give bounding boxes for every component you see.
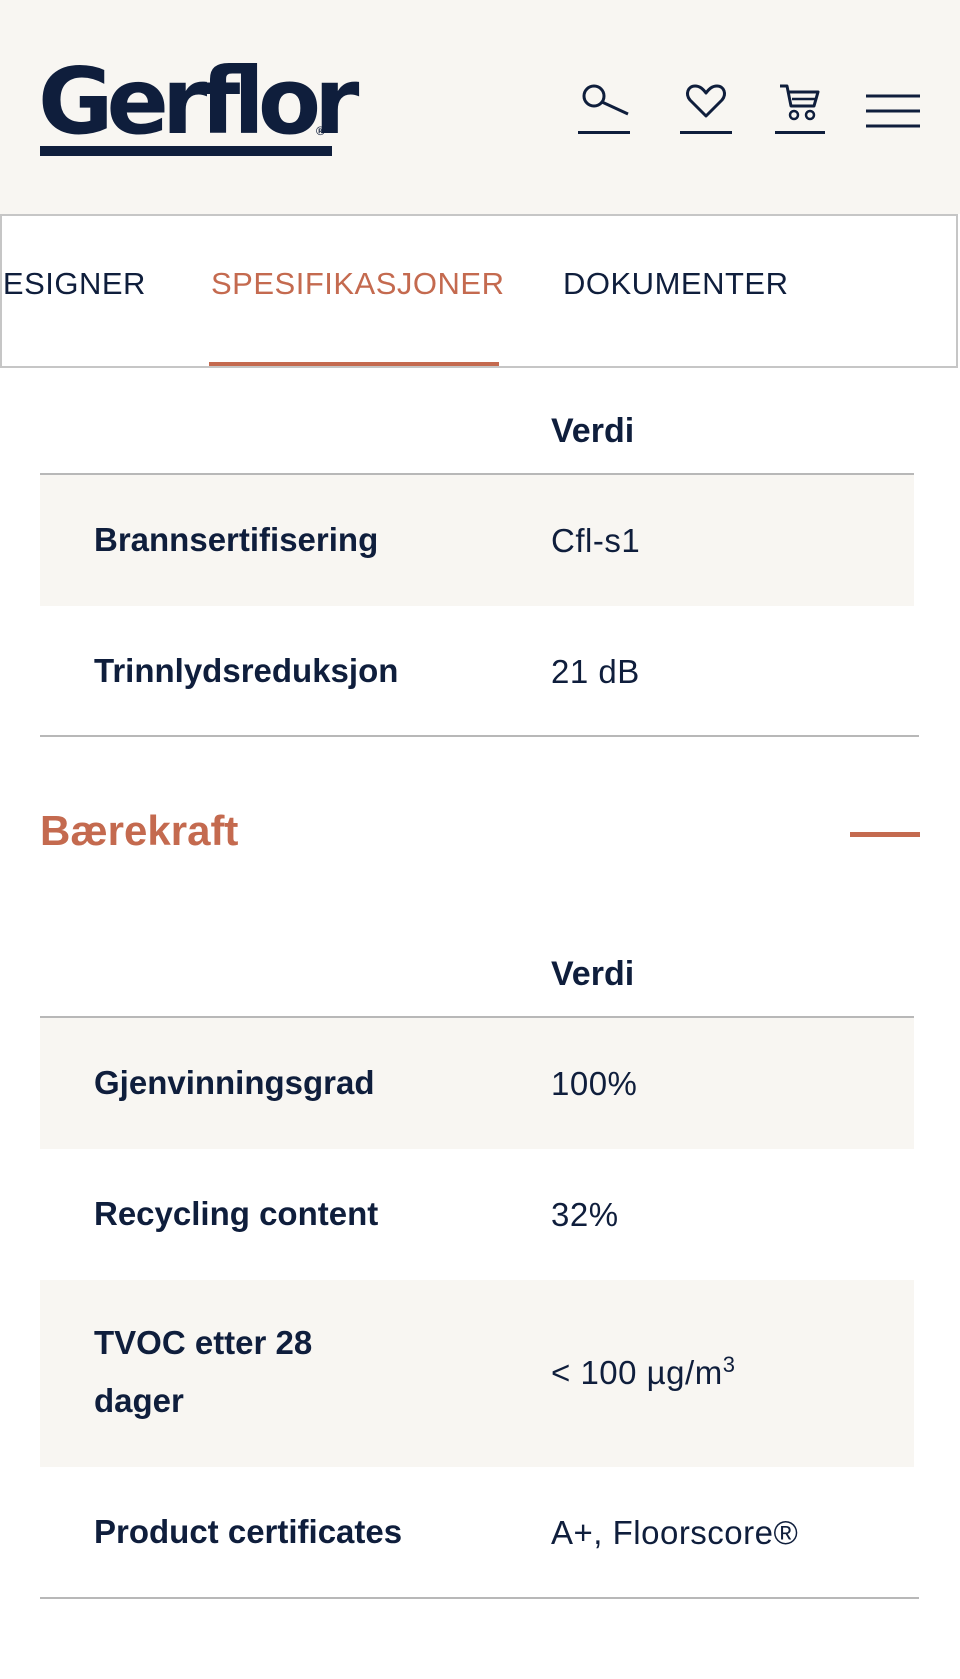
heart-icon <box>686 84 726 118</box>
active-tab-indicator <box>209 362 499 366</box>
search-underline <box>578 131 630 134</box>
collapse-button[interactable] <box>850 820 920 850</box>
menu-button[interactable] <box>866 82 920 138</box>
table-header: Verdi <box>40 938 914 1018</box>
row-value: 21 dB <box>551 653 640 690</box>
row-label: TVOC etter 28 dager <box>94 1324 313 1419</box>
row-label: Brannsertifisering <box>94 521 379 558</box>
favorites-underline <box>680 131 732 134</box>
row-value: Cfl-s1 <box>551 522 641 559</box>
tab-dokumenter[interactable]: DOKUMENTER <box>563 266 788 302</box>
table-row: Recycling content 32% <box>40 1149 914 1280</box>
table-row: Product certificates A+, Floorscore® <box>40 1467 914 1598</box>
search-button[interactable] <box>578 82 630 138</box>
table-row: Trinnlydsreduksjon 21 dB <box>40 606 914 737</box>
cart-icon <box>780 84 820 121</box>
row-label: Recycling content <box>94 1195 379 1232</box>
tab-spesifikasjoner[interactable]: SPESIFIKASJONER <box>211 266 504 302</box>
cart-underline <box>775 131 825 134</box>
gerflor-logo[interactable]: Gerflor ® <box>38 52 359 160</box>
table-row: Gjenvinningsgrad 100% <box>40 1018 914 1149</box>
favorites-button[interactable] <box>680 82 732 138</box>
row-label: Gjenvinningsgrad <box>94 1064 375 1101</box>
menu-icon <box>866 94 920 128</box>
table-row: Brannsertifisering Cfl-s1 <box>40 475 914 606</box>
cart-button[interactable] <box>775 82 825 138</box>
section-title[interactable]: Bærekraft <box>40 807 238 855</box>
logo-registered-mark: ® <box>316 124 325 138</box>
search-icon <box>582 84 629 116</box>
column-header-verdi: Verdi <box>551 412 635 450</box>
logo-underline <box>40 146 332 156</box>
row-label: Product certificates <box>94 1513 403 1550</box>
value-text: < 100 µg/m <box>551 1354 723 1391</box>
value-superscript: 3 <box>722 1352 736 1377</box>
table-row: TVOC etter 28 dager < 100 µg/m3 <box>40 1280 914 1467</box>
table-header: Verdi <box>40 395 914 475</box>
product-tabs: DESIGNER SPESIFIKASJONER DOKUMENTER <box>0 214 958 368</box>
table-bottom-divider <box>40 1597 919 1599</box>
minus-icon <box>850 832 920 837</box>
row-label: Trinnlydsreduksjon <box>94 652 399 689</box>
row-value: < 100 µg/m3 <box>551 1353 735 1393</box>
section-divider <box>40 735 919 737</box>
row-value: 100% <box>551 1065 638 1102</box>
tab-designer[interactable]: DESIGNER <box>2 266 146 302</box>
row-value: A+, Floorscore® <box>551 1514 799 1551</box>
logo-wordmark: Gerflor <box>38 48 359 155</box>
row-value: 32% <box>551 1196 619 1233</box>
column-header-verdi: Verdi <box>551 955 635 993</box>
site-header: Gerflor ® <box>0 0 960 214</box>
